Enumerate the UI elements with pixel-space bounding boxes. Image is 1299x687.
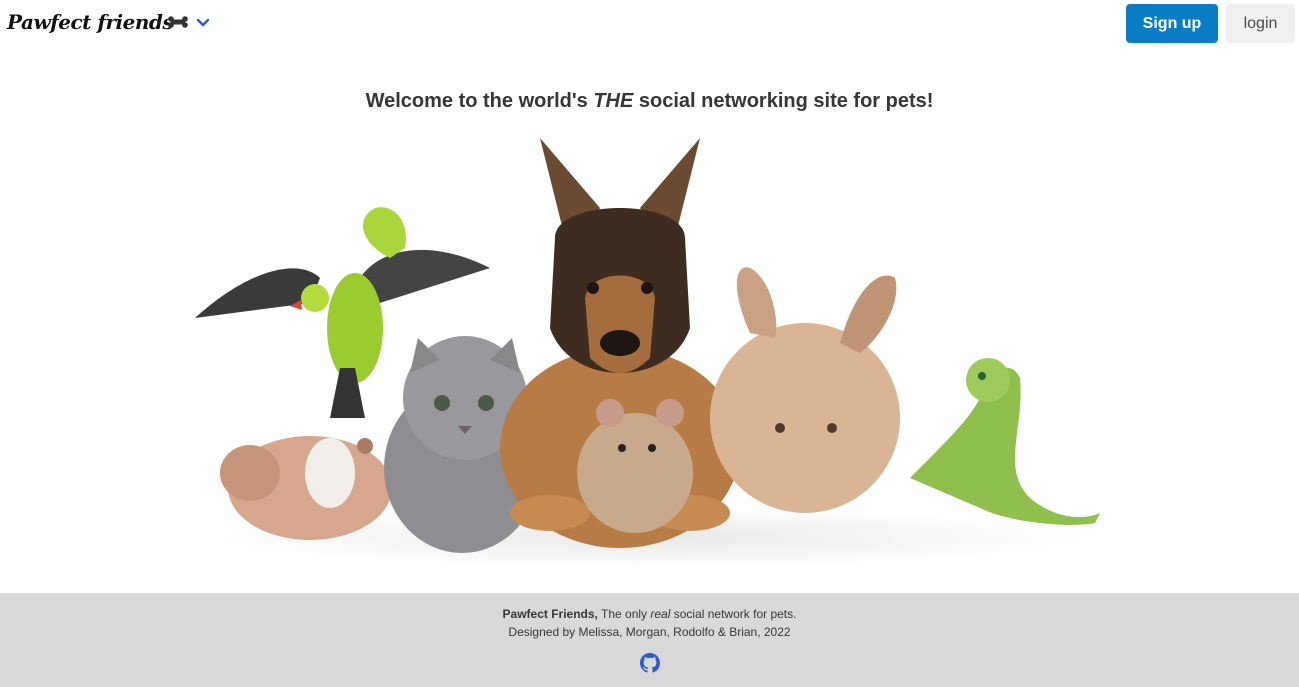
pets-dropdown[interactable] (168, 12, 210, 36)
footer-tagline: Pawfect Friends, The only real social ne… (0, 607, 1299, 621)
group-of-pets-image (190, 128, 1110, 568)
bone-icon (168, 15, 188, 33)
github-icon[interactable] (640, 653, 660, 673)
footer-tagline-after: social network for pets. (670, 607, 797, 621)
footer-tagline-before: The only (597, 607, 651, 621)
logo[interactable]: Pawfect friends (7, 6, 174, 38)
signup-button[interactable]: Sign up (1126, 4, 1218, 43)
headline-text-before: Welcome to the world's (365, 90, 594, 112)
chevron-down-icon (196, 15, 210, 33)
navbar: Pawfect friends Sign up login (0, 0, 1299, 46)
headline-text-after: social networking site for pets! (633, 90, 934, 112)
footer-credits: Designed by Melissa, Morgan, Rodolfo & B… (508, 625, 791, 639)
page-headline: Welcome to the world's THE social networ… (0, 90, 1299, 113)
headline-emphasis: THE (593, 90, 634, 112)
iguana (910, 358, 1100, 525)
footer-brand: Pawfect Friends, (502, 607, 598, 621)
rabbit (710, 267, 900, 513)
login-button[interactable]: login (1226, 4, 1295, 43)
footer: Pawfect Friends, The only real social ne… (0, 593, 1299, 687)
logo-text: Pawfect friends (7, 10, 174, 34)
footer-tagline-emphasis: real (650, 607, 671, 621)
guinea-pig (220, 436, 392, 540)
